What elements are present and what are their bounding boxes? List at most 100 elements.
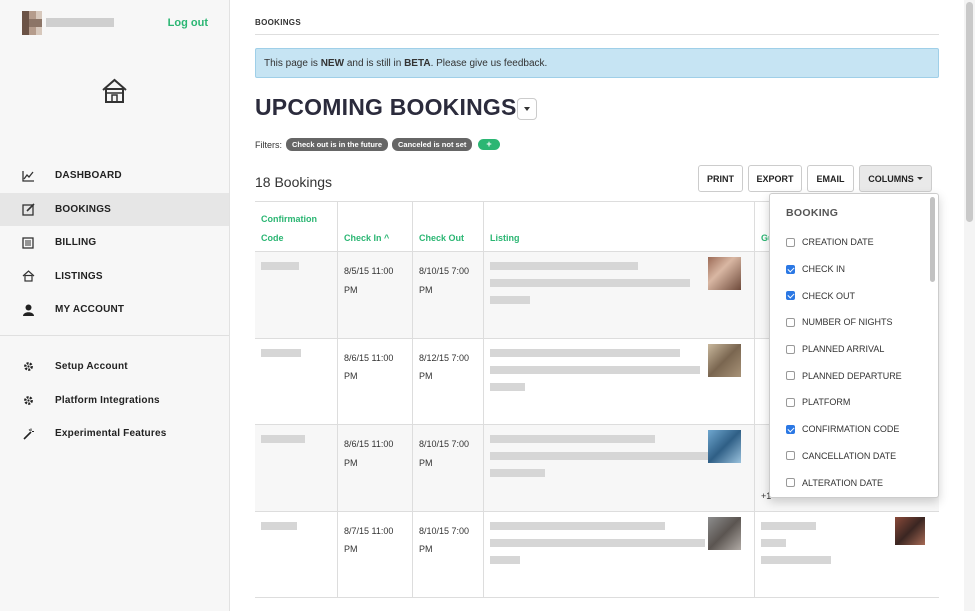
nav-item-billing[interactable]: BILLING [0,226,229,260]
home-icon [21,269,35,283]
column-option-confirmation-code[interactable]: CONFIRMATION CODE [786,416,902,443]
redacted-text [261,435,305,443]
listing-thumbnail[interactable] [708,430,741,463]
table-row[interactable]: 8/7/15 11:00 PM 8/10/15 7:00 PM [255,511,939,598]
beta-notice: This page is NEW and is still in BETA. P… [255,48,939,78]
avatar[interactable] [22,11,42,35]
column-option-label: CREATION DATE [802,237,874,248]
breadcrumb-divider [255,34,939,35]
home-logo-icon[interactable] [101,77,128,104]
cell-listing [484,338,755,424]
header-check-out[interactable]: Check Out [413,202,484,252]
columns-menu-list: CREATION DATE CHECK IN CHECK OUT NUMBER … [786,229,902,496]
user-name-redacted [46,18,114,27]
checkbox[interactable] [786,317,795,327]
breadcrumb: BOOKINGS [255,18,301,27]
cell-confirmation [255,338,338,424]
filter-chip-checkout-future[interactable]: Check out is in the future [286,138,389,151]
nav-label: Setup Account [55,361,128,373]
column-option-label: NUMBER OF NIGHTS [802,317,893,328]
redacted-text [261,521,297,530]
column-option-label: ALTERATION DATE [802,477,884,488]
nav-label: MY ACCOUNT [55,304,125,316]
beta-text-mid: and is still in [344,58,405,69]
print-label: PRINT [707,173,734,184]
checkbox-checked[interactable] [786,264,795,274]
cell-listing [484,425,755,511]
column-option-label: CHECK OUT [802,290,856,301]
filter-chip-canceled-not-set[interactable]: Canceled is not set [392,138,473,151]
column-option-label: PLANNED ARRIVAL [802,344,885,355]
column-option-alteration-date[interactable]: ALTERATION DATE [786,469,902,496]
checkbox-checked[interactable] [786,291,795,301]
redacted-text [490,382,525,391]
scrollbar-thumb[interactable] [966,2,973,222]
cell-guest [755,512,939,598]
cell-check-in: 8/6/15 11:00 PM [338,425,413,511]
column-option-check-out[interactable]: CHECK OUT [786,282,902,309]
column-option-creation-date[interactable]: CREATION DATE [786,229,902,256]
nav-item-platform-integrations[interactable]: Platform Integrations [0,384,229,418]
checkbox[interactable] [786,478,795,488]
caret-down-icon [916,177,923,180]
guest-avatar[interactable] [895,516,925,545]
user-row: Log out [22,11,212,35]
nav-item-dashboard[interactable]: DASHBOARD [0,159,229,193]
redacted-text [490,296,530,304]
dropdown-scrollbar[interactable] [930,197,935,282]
secondary-nav: Setup Account Platform Integrations Expe… [0,350,229,451]
nav-item-experimental-features[interactable]: Experimental Features [0,417,229,451]
print-button[interactable]: PRINT [698,165,743,192]
checkbox[interactable] [786,237,795,247]
cell-check-out: 8/10/15 7:00 PM [413,511,484,597]
cell-check-in: 8/7/15 11:00 PM [338,511,413,597]
nav-label: Experimental Features [55,428,167,440]
checkbox[interactable] [786,451,795,461]
add-filter-button[interactable]: + [478,139,500,150]
nav-item-my-account[interactable]: MY ACCOUNT [0,293,229,327]
header-confirmation-code[interactable]: Confirmation Code [255,202,338,252]
column-option-planned-departure[interactable]: PLANNED DEPARTURE [786,362,902,389]
bookings-count: 18 Bookings [255,174,333,190]
cell-check-in: 8/5/15 11:00 PM [338,252,413,338]
chevron-down-icon [524,107,530,111]
checkbox[interactable] [786,344,795,354]
column-option-cancellation-date[interactable]: CANCELLATION DATE [786,443,902,470]
nav-item-bookings[interactable]: BOOKINGS [0,192,229,226]
listing-thumbnail[interactable] [708,516,741,550]
redacted-text [490,348,680,357]
email-button[interactable]: EMAIL [807,165,854,192]
cell-confirmation [255,425,338,511]
title-dropdown-button[interactable] [517,98,537,120]
redacted-text [490,262,638,270]
column-option-planned-arrival[interactable]: PLANNED ARRIVAL [786,336,902,363]
header-check-in[interactable]: Check In ^ [338,202,413,252]
cell-confirmation [255,252,338,338]
listing-thumbnail[interactable] [708,343,741,377]
redacted-text [490,555,520,564]
column-option-number-of-nights[interactable]: NUMBER OF NIGHTS [786,309,902,336]
listing-thumbnail[interactable] [708,257,741,290]
checkbox[interactable] [786,397,795,407]
list-icon [21,236,35,250]
columns-button[interactable]: COLUMNS [859,165,932,192]
nav-item-setup-account[interactable]: Setup Account [0,350,229,384]
redacted-text [490,521,665,530]
checkbox-checked[interactable] [786,424,795,434]
column-option-label: PLATFORM [802,397,851,408]
gear-icon [21,360,35,374]
cell-check-out: 8/12/15 7:00 PM [413,338,484,424]
export-button[interactable]: EXPORT [748,165,802,192]
nav-item-listings[interactable]: LISTINGS [0,260,229,294]
redacted-text [261,262,299,270]
beta-text-post: . Please give us feedback. [430,58,548,69]
page-scrollbar[interactable] [964,0,975,611]
checkbox[interactable] [786,371,795,381]
header-listing[interactable]: Listing [484,202,755,252]
logout-link[interactable]: Log out [168,17,208,29]
redacted-text [490,469,545,477]
column-option-platform[interactable]: PLATFORM [786,389,902,416]
export-label: EXPORT [756,173,794,184]
column-option-check-in[interactable]: CHECK IN [786,256,902,283]
beta-text-pre: This page is [264,58,321,69]
